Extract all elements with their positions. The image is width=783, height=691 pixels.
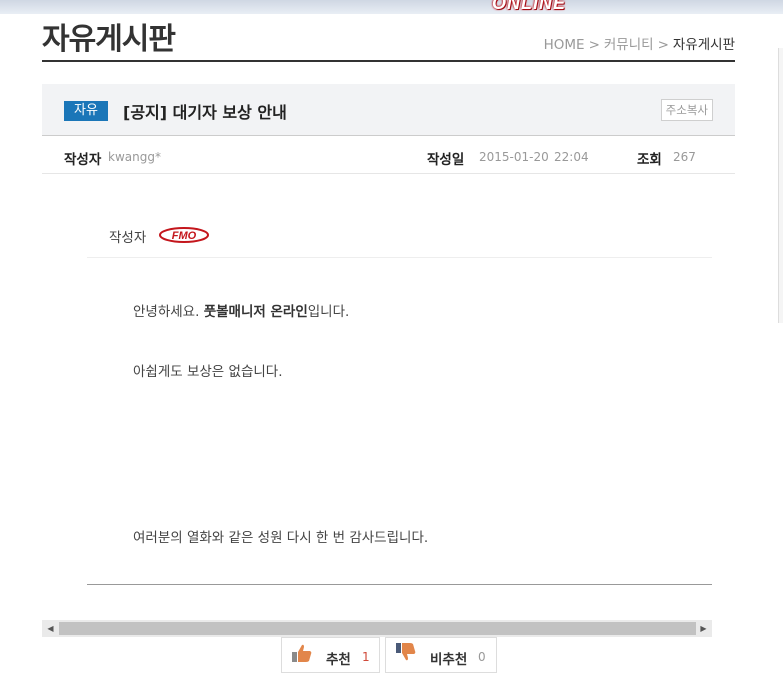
post-title: [공지] 대기자 보상 안내	[123, 103, 287, 122]
views-label: 조회	[637, 152, 662, 168]
vertical-scrollbar[interactable]	[778, 48, 783, 323]
dislike-label: 비추천	[430, 652, 468, 668]
dislike-button[interactable]: 비추천 0	[385, 637, 497, 673]
top-banner: ONLINE	[0, 0, 783, 14]
date-label: 작성일	[427, 152, 465, 168]
post-header: 자유 [공지] 대기자 보상 안내 주소복사	[42, 84, 735, 136]
post-time: 22:04	[554, 150, 589, 164]
category-badge: 자유	[64, 101, 108, 121]
fmo-logo-icon: FMO	[159, 227, 209, 243]
like-button[interactable]: 추천 1	[281, 637, 380, 673]
post-date: 2015-01-20	[479, 150, 549, 164]
breadcrumb-current[interactable]: 자유게시판	[673, 37, 735, 53]
dislike-count: 0	[478, 650, 486, 664]
scroll-left-icon[interactable]: ◀	[42, 620, 59, 637]
author-label: 작성자	[64, 152, 102, 168]
page-title: 자유게시판	[42, 22, 176, 57]
body-line-thanks: 여러분의 열화와 같은 성원 다시 한 번 감사드립니다.	[133, 530, 429, 546]
breadcrumb-separator: >	[657, 37, 669, 53]
body-line-notice: 아쉽게도 보상은 없습니다.	[133, 364, 283, 380]
breadcrumb: HOME > 커뮤니티 > 자유게시판	[544, 33, 735, 53]
views-count: 267	[673, 150, 696, 164]
breadcrumb-community[interactable]: 커뮤니티	[604, 37, 654, 53]
like-label: 추천	[326, 652, 351, 668]
horizontal-scrollbar[interactable]: ◀ ▶	[42, 620, 712, 637]
scrollbar-thumb[interactable]	[59, 622, 696, 635]
body-text: 안녕하세요.	[133, 304, 204, 320]
breadcrumb-home[interactable]: HOME	[544, 37, 585, 53]
breadcrumb-separator: >	[588, 37, 600, 53]
thumbs-up-icon	[292, 644, 312, 662]
copy-url-button[interactable]: 주소복사	[660, 99, 713, 121]
fmo-logo-text: FMO	[172, 230, 197, 242]
scroll-right-icon[interactable]: ▶	[695, 620, 712, 637]
game-logo[interactable]: ONLINE	[492, 0, 566, 13]
title-divider	[42, 60, 735, 62]
content-divider	[87, 584, 712, 585]
body-bold-game-name: 풋볼매니저 온라인	[203, 304, 308, 320]
thumbs-down-icon	[396, 643, 416, 661]
author-box-label: 작성자	[109, 230, 147, 246]
author-name[interactable]: kwangg*	[108, 150, 161, 164]
post-meta: 작성자 kwangg* 작성일 2015-01-20 22:04 조회 267	[42, 136, 735, 174]
author-box: 작성자 FMO	[87, 210, 712, 258]
like-count: 1	[362, 650, 370, 664]
body-text: 입니다.	[307, 304, 350, 320]
body-line-greeting: 안녕하세요. 풋볼매니저 온라인입니다.	[133, 300, 349, 320]
